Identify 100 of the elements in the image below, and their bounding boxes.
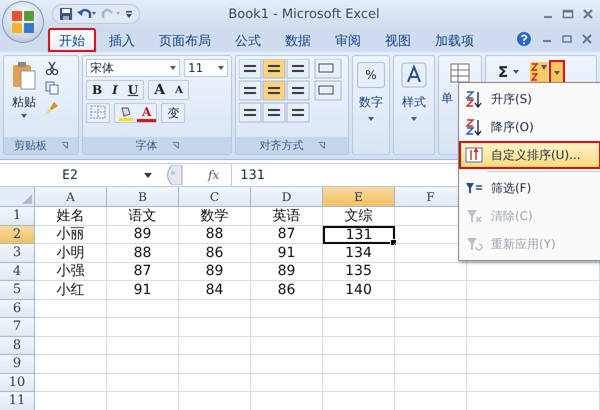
- phonetic-button[interactable]: 变: [162, 104, 184, 122]
- row-header[interactable]: 4: [0, 262, 35, 281]
- table-cell: 87: [251, 226, 323, 244]
- caret-icon[interactable]: [144, 172, 152, 178]
- row-header[interactable]: 11: [0, 392, 35, 410]
- ribbon-tab[interactable]: 插入: [98, 28, 146, 52]
- autosum-button[interactable]: Σ: [496, 63, 510, 81]
- row-header[interactable]: 1: [0, 207, 35, 226]
- styles-button[interactable]: 样式: [394, 56, 434, 154]
- caret-icon: [411, 117, 417, 121]
- sort-filter-icon[interactable]: [530, 62, 548, 82]
- table-cell: 语文: [107, 207, 179, 226]
- table-cell: 89: [107, 226, 179, 244]
- table-cell: 86: [179, 244, 251, 262]
- table-cell: [107, 300, 179, 318]
- table-cell: [35, 300, 107, 318]
- ribbon-tab[interactable]: 加载项: [424, 28, 485, 52]
- table-cell: 小红: [35, 281, 107, 300]
- ribbon-tab[interactable]: 开始: [48, 28, 96, 52]
- customize-icon[interactable]: [125, 9, 133, 19]
- italic-button[interactable]: I: [107, 81, 123, 99]
- column-header[interactable]: D: [251, 187, 323, 207]
- row-header[interactable]: 7: [0, 318, 35, 336]
- table-cell: [179, 374, 251, 392]
- table-cell: [395, 336, 467, 355]
- row-header[interactable]: 9: [0, 355, 35, 374]
- custom-sort-icon: [465, 146, 483, 164]
- row-header[interactable]: 2: [0, 226, 35, 244]
- table-cell: [35, 374, 107, 392]
- caret-icon[interactable]: [513, 70, 520, 74]
- column-header[interactable]: A: [35, 187, 107, 207]
- letter-a-icon: [401, 62, 427, 88]
- table-cell: [395, 300, 467, 318]
- row-header[interactable]: 10: [0, 374, 35, 392]
- table-cell: [179, 300, 251, 318]
- ribbon-tab[interactable]: 视图: [374, 28, 422, 52]
- table-cell: 88: [107, 244, 179, 262]
- ribbon-tab[interactable]: 页面布局: [148, 28, 222, 52]
- borders-icon[interactable]: [90, 105, 106, 119]
- row-header[interactable]: 8: [0, 336, 35, 355]
- table-cell: [251, 318, 323, 336]
- table-cell: [251, 336, 323, 355]
- table-cell: [107, 374, 179, 392]
- number-button[interactable]: % 数字: [353, 56, 389, 154]
- column-header[interactable]: C: [179, 187, 251, 207]
- launcher-icon[interactable]: [172, 142, 178, 149]
- table-cell: [251, 374, 323, 392]
- font-name-box[interactable]: 宋体: [86, 59, 180, 77]
- help-icon[interactable]: [516, 31, 532, 47]
- column-header[interactable]: E: [323, 187, 395, 207]
- undo-icon[interactable]: [77, 7, 97, 21]
- launcher-icon[interactable]: [318, 142, 324, 149]
- menu-item[interactable]: 自定义排序(U)...: [459, 141, 600, 169]
- menu-item[interactable]: 升序(S): [459, 85, 600, 113]
- fill-color-icon[interactable]: [118, 105, 134, 121]
- restore-icon[interactable]: [562, 34, 572, 44]
- table-cell: [323, 374, 395, 392]
- row-header[interactable]: 5: [0, 281, 35, 300]
- launcher-icon[interactable]: [61, 142, 68, 149]
- insert-function-button[interactable]: fx: [188, 168, 228, 182]
- group-label: 剪贴板: [14, 138, 47, 153]
- ribbon-tab[interactable]: 审阅: [324, 28, 372, 52]
- table-cell: 86: [251, 281, 323, 300]
- table-cell: 140: [323, 281, 395, 300]
- bold-button[interactable]: B: [87, 81, 108, 99]
- table-cell: [323, 336, 395, 355]
- copy-icon[interactable]: [45, 81, 59, 95]
- save-icon[interactable]: [59, 7, 73, 21]
- maximize-icon[interactable]: [562, 8, 574, 20]
- table-cell: 91: [107, 281, 179, 300]
- table-cell: [395, 281, 467, 300]
- table-cell: 姓名: [35, 207, 107, 226]
- name-box[interactable]: E2: [0, 168, 140, 182]
- paste-button[interactable]: 粘贴: [7, 59, 41, 120]
- scissors-icon[interactable]: [45, 61, 59, 75]
- table-cell: 文综: [323, 207, 395, 226]
- alignment-buttons-drawing[interactable]: [239, 59, 343, 125]
- table-cell: [35, 336, 107, 355]
- brush-icon[interactable]: [45, 101, 59, 115]
- grow-font-button[interactable]: A: [149, 81, 170, 99]
- office-logo-icon: [10, 9, 36, 35]
- table-cell: [395, 318, 467, 336]
- table-cell: [323, 300, 395, 318]
- table-cell: [35, 318, 107, 336]
- menu-item[interactable]: 降序(O): [459, 113, 600, 141]
- shrink-font-button[interactable]: A: [170, 81, 188, 99]
- row-header[interactable]: 3: [0, 244, 35, 262]
- ribbon-tab[interactable]: 数据: [274, 28, 322, 52]
- close-icon[interactable]: [582, 34, 592, 44]
- underline-button[interactable]: U: [122, 81, 144, 99]
- table-cell: 134: [323, 244, 395, 262]
- table-cell: 小明: [35, 244, 107, 262]
- row-header[interactable]: 6: [0, 300, 35, 318]
- ribbon-tab[interactable]: 公式: [224, 28, 272, 52]
- font-size-box[interactable]: 11: [184, 59, 228, 77]
- window-title: Book1 - Microsoft Excel: [227, 6, 381, 22]
- sort-descending-icon: [465, 118, 483, 136]
- table-cell: [107, 318, 179, 336]
- close-icon[interactable]: [582, 8, 594, 20]
- column-header[interactable]: B: [107, 187, 179, 207]
